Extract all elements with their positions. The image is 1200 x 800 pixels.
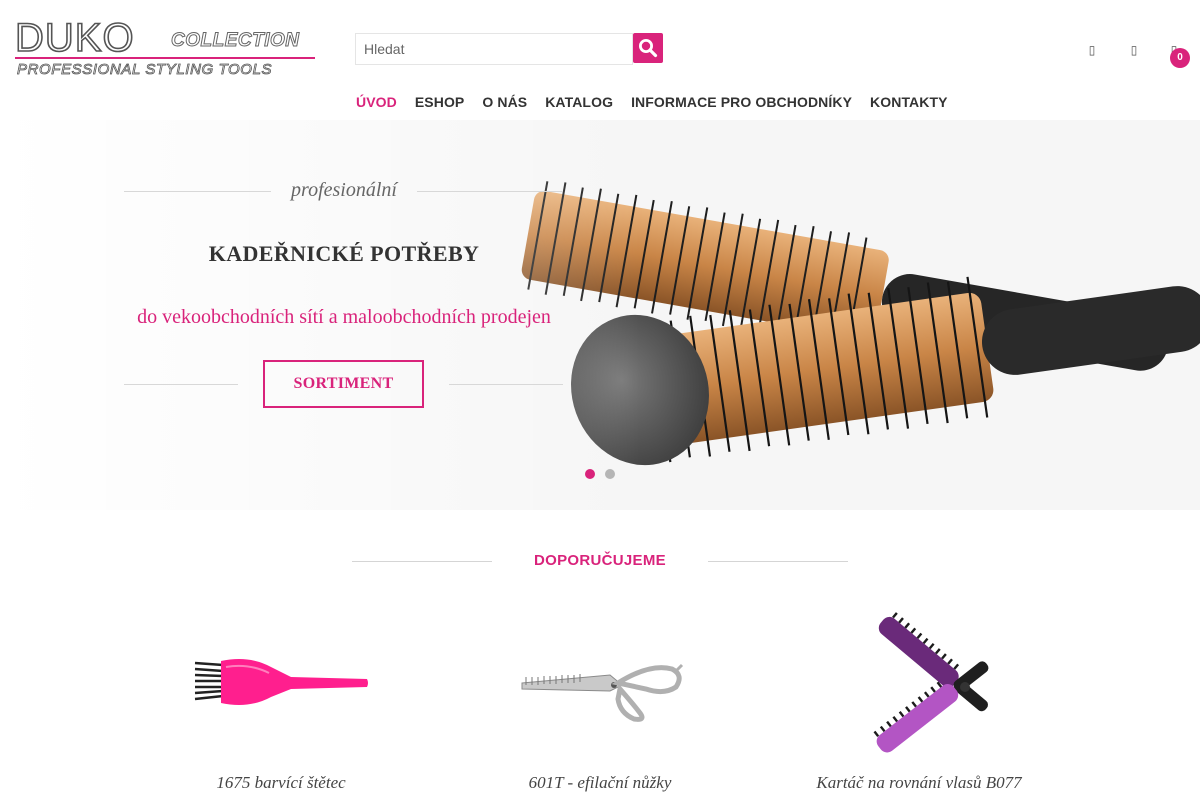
nav-item-informace-pro-obchodniky[interactable]: INFORMACE PRO OBCHODNÍKY xyxy=(631,94,852,110)
sortiment-button[interactable]: SORTIMENT xyxy=(263,360,424,408)
recommend-rule-right xyxy=(708,561,848,562)
logo-wordmark: DUKO xyxy=(14,16,135,60)
nav-item-uvod[interactable]: ÚVOD xyxy=(356,94,397,110)
slider-dot-1[interactable] xyxy=(585,469,595,479)
product-card[interactable]: 601T - efilační nůžky xyxy=(450,605,750,800)
product-name[interactable]: Kartáč na rovnání vlasů B077 xyxy=(769,773,1069,793)
cart-count-badge: 0 xyxy=(1170,48,1190,68)
logo-divider xyxy=(15,57,315,59)
recommend-title: DOPORUČUJEME xyxy=(534,552,666,569)
brand-logo[interactable]: DUKO COLLECTION PROFESSIONAL STYLING TOO… xyxy=(14,16,317,80)
search-button[interactable] xyxy=(633,33,663,63)
hero-subtitle: do vekoobchodních sítí a maloobchodních … xyxy=(137,306,551,328)
heart-icon[interactable]: ▯ xyxy=(1126,40,1142,60)
search-input[interactable] xyxy=(355,33,633,65)
user-icon[interactable]: ▯ xyxy=(1084,40,1100,60)
hero-cta-rule-left xyxy=(124,384,238,385)
tint-brush-image xyxy=(194,659,368,705)
search-bar xyxy=(355,33,663,65)
slider-dot-2[interactable] xyxy=(605,469,615,479)
search-icon xyxy=(639,39,658,58)
product-card[interactable]: 1675 barvící štětec xyxy=(131,605,431,800)
product-name[interactable]: 1675 barvící štětec xyxy=(131,773,431,793)
straightening-brush-image xyxy=(873,612,989,753)
logo-tagline: PROFESSIONAL STYLING TOOLS xyxy=(17,61,273,79)
product-name[interactable]: 601T - efilační nůžky xyxy=(450,773,750,793)
recommend-rule-left xyxy=(352,561,492,562)
thinning-scissors-image xyxy=(521,663,684,722)
nav-item-eshop[interactable]: ESHOP xyxy=(415,94,465,110)
hero-title: KADEŘNICKÉ POTŘEBY xyxy=(208,241,480,266)
nav-item-o-nas[interactable]: O NÁS xyxy=(482,94,527,110)
hero-slider: profesionální KADEŘNICKÉ POTŘEBY do veko… xyxy=(0,120,1200,510)
nav-item-kontakty[interactable]: KONTAKTY xyxy=(870,94,948,110)
hero-eyebrow: profesionální xyxy=(291,179,397,201)
logo-collection-text: COLLECTION xyxy=(171,30,300,52)
product-card[interactable]: Kartáč na rovnání vlasů B077 xyxy=(769,605,1069,800)
nav-item-katalog[interactable]: KATALOG xyxy=(545,94,613,110)
hero-cta-rule-right xyxy=(449,384,563,385)
main-navigation: ÚVOD ESHOP O NÁS KATALOG INFORMACE PRO O… xyxy=(356,94,948,110)
